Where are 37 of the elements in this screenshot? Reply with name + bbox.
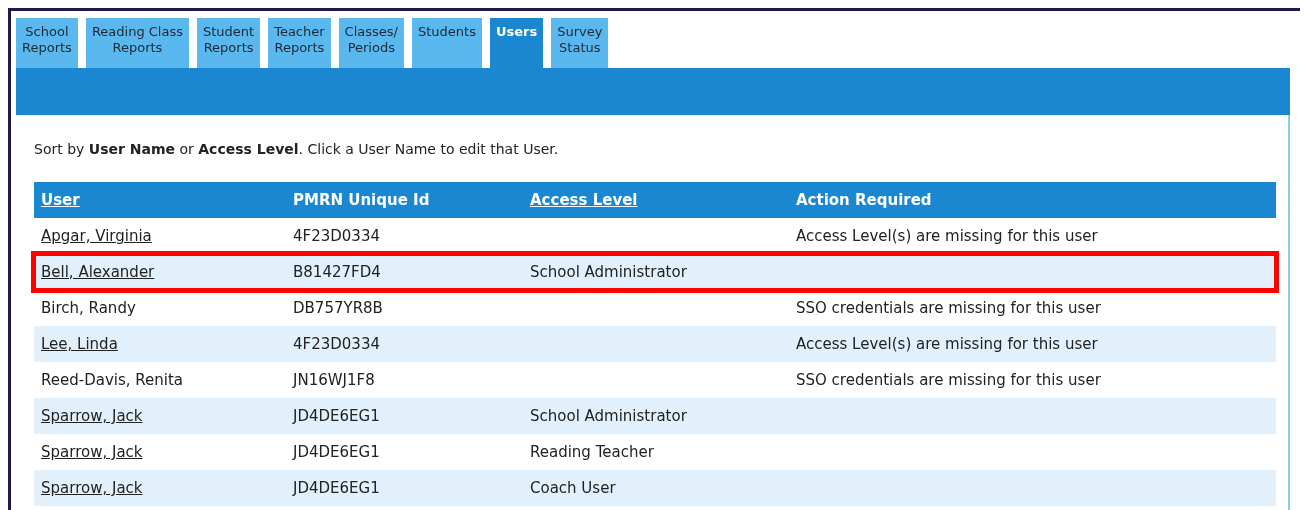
column-header: Action Required xyxy=(796,189,932,211)
sort-link[interactable]: User xyxy=(41,188,80,212)
person-name-link[interactable]: Apgar, Virginia xyxy=(41,224,152,248)
action-cell-text: Access Level(s) are missing for this user xyxy=(796,333,1098,355)
sort-link[interactable]: Access Level xyxy=(530,188,638,212)
id-cell-text: JD4DE6EG1 xyxy=(293,441,380,463)
tab[interactable]: Users xyxy=(489,18,544,68)
tab[interactable]: Survey Status xyxy=(551,18,609,68)
id-cell-text: 4F23D0334 xyxy=(293,333,380,355)
tab[interactable]: Students xyxy=(411,18,482,68)
person-name: Reed-Davis, Renita xyxy=(41,369,183,391)
id-cell-text: B81427FD4 xyxy=(293,261,381,283)
action-cell-text: SSO credentials are missing for this user xyxy=(796,369,1101,391)
action-cell-text: SSO credentials are missing for this user xyxy=(796,297,1101,319)
person-name-link[interactable]: Lee, Linda xyxy=(41,332,118,356)
tab[interactable]: Teacher Reports xyxy=(268,18,331,68)
instructions-text: Sort by User Name or Access Level. Click a User Name to edit that User. xyxy=(34,140,560,159)
person-name-link[interactable]: Bell, Alexander xyxy=(41,260,155,284)
id-cell-text: DB757YR8B xyxy=(293,297,383,319)
person-name-link[interactable]: Sparrow, Jack xyxy=(41,404,143,428)
access-level-cell-text: School Administrator xyxy=(530,261,687,283)
person-name: Birch, Randy xyxy=(41,297,136,319)
tab[interactable]: Student Reports xyxy=(197,18,261,68)
id-cell-text: JD4DE6EG1 xyxy=(293,405,380,427)
id-cell-text: JN16WJ1F8 xyxy=(293,369,375,391)
tab[interactable]: School Reports xyxy=(16,18,78,68)
access-level-cell-text: School Administrator xyxy=(530,405,687,427)
id-cell-text: JD4DE6EG1 xyxy=(293,477,380,499)
action-cell-text: Access Level(s) are missing for this user xyxy=(796,225,1098,247)
column-header: PMRN Unique Id xyxy=(293,189,430,211)
access-level-cell-text: Reading Teacher xyxy=(530,441,654,463)
access-level-cell-text: Coach User xyxy=(530,477,616,499)
tab[interactable]: Reading Class Reports xyxy=(85,18,189,68)
id-cell-text: 4F23D0334 xyxy=(293,225,380,247)
person-name-link[interactable]: Sparrow, Jack xyxy=(41,440,143,464)
person-name-link[interactable]: Sparrow, Jack xyxy=(41,476,143,500)
tab[interactable]: Classes/ Periods xyxy=(338,18,404,68)
